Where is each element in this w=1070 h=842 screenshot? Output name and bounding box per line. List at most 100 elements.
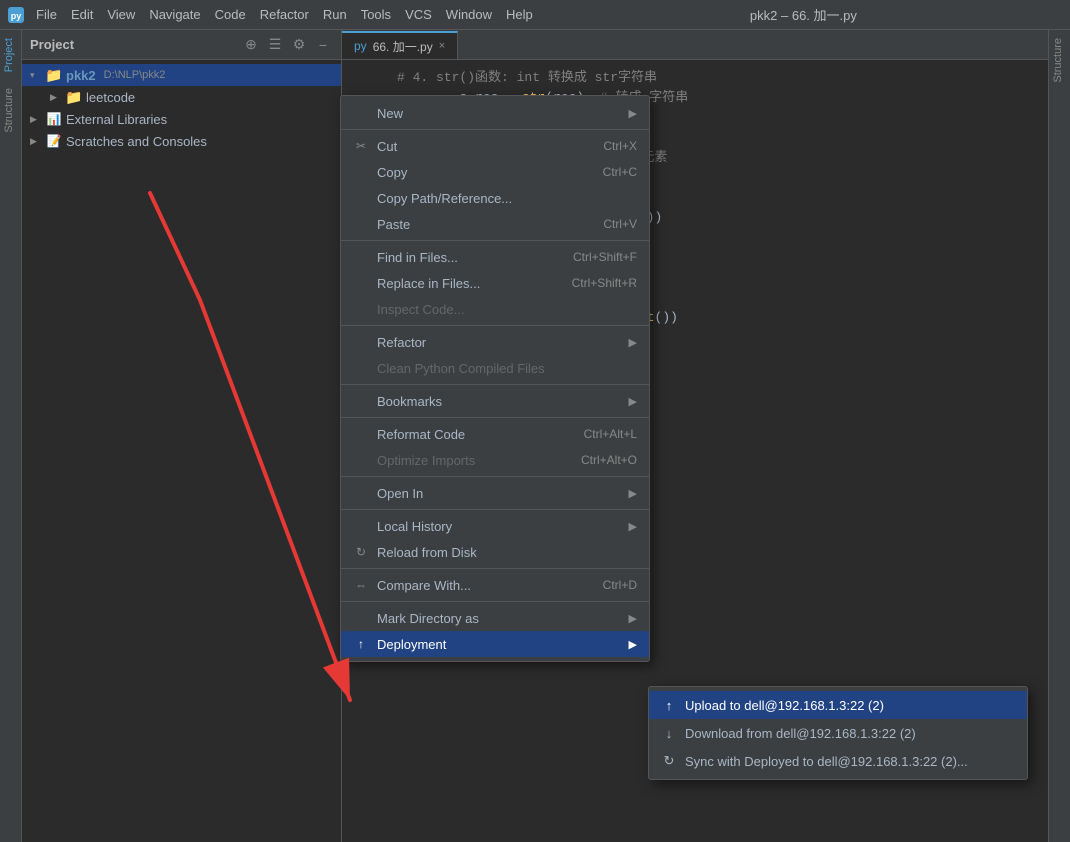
external-icon: 📊 [46, 111, 62, 127]
menu-tools[interactable]: Tools [355, 5, 397, 24]
sync-icon: ↻ [661, 753, 677, 769]
ctx-sep-7 [341, 509, 649, 510]
ctx-reformat-label: Reformat Code [377, 427, 465, 442]
reload-icon: ↻ [353, 545, 369, 559]
panel-action-hide[interactable]: − [313, 35, 333, 55]
menu-navigate[interactable]: Navigate [143, 5, 206, 24]
tab-close-button[interactable]: × [439, 40, 445, 52]
ctx-compare-shortcut: Ctrl+D [603, 578, 637, 592]
ctx-bookmarks-arrow: ▶ [629, 395, 637, 408]
ctx-sep-8 [341, 568, 649, 569]
tab-file-icon: py [354, 39, 367, 53]
ctx-mark-directory[interactable]: Mark Directory as ▶ [341, 605, 649, 631]
ctx-sep-6 [341, 476, 649, 477]
sidebar-tab-structure-right[interactable]: Structure [1049, 30, 1070, 91]
ctx-refactor[interactable]: Refactor ▶ [341, 329, 649, 355]
ctx-bookmarks[interactable]: Bookmarks ▶ [341, 388, 649, 414]
ctx-cut[interactable]: ✂ Cut Ctrl+X [341, 133, 649, 159]
menu-view[interactable]: View [101, 5, 141, 24]
menu-help[interactable]: Help [500, 5, 539, 24]
editor-tabs: py 66. 加一.py × [342, 30, 1048, 60]
panel-actions: ⊕ ☰ ⚙ − [241, 35, 333, 55]
tree-label-external: External Libraries [66, 112, 167, 127]
tree-item-pkk2[interactable]: ▾ 📁 pkk2 D:\NLP\pkk2 [22, 64, 341, 86]
ctx-cut-label: Cut [377, 139, 397, 154]
tree-item-external-libraries[interactable]: ▶ 📊 External Libraries [22, 108, 341, 130]
ctx-reload-label: Reload from Disk [377, 545, 477, 560]
project-panel-header: Project ⊕ ☰ ⚙ − [22, 30, 341, 60]
tree-label-pkk2: pkk2 [66, 68, 96, 83]
ctx-copy-shortcut: Ctrl+C [603, 165, 637, 179]
ctx-open-in-label: Open In [377, 486, 423, 501]
editor-tab-file[interactable]: py 66. 加一.py × [342, 31, 458, 59]
deploy-upload[interactable]: ↑ Upload to dell@192.168.1.3:22 (2) [649, 691, 1027, 719]
panel-action-settings[interactable]: ⚙ [289, 35, 309, 55]
panel-action-locate[interactable]: ⊕ [241, 35, 261, 55]
ctx-compare[interactable]: ⇔ Compare With... Ctrl+D [341, 572, 649, 598]
ctx-copy[interactable]: Copy Ctrl+C [341, 159, 649, 185]
menu-run[interactable]: Run [317, 5, 353, 24]
ctx-optimize-label: Optimize Imports [377, 453, 475, 468]
ctx-mark-dir-label: Mark Directory as [377, 611, 479, 626]
menu-file[interactable]: File [30, 5, 63, 24]
ctx-history-arrow: ▶ [629, 520, 637, 533]
right-side-tabs: Structure [1048, 30, 1070, 842]
cut-icon: ✂ [353, 139, 369, 153]
ctx-local-history-label: Local History [377, 519, 452, 534]
ctx-find-label: Find in Files... [377, 250, 458, 265]
ctx-deployment[interactable]: ↑ Deployment ▶ [341, 631, 649, 657]
project-tree: ▾ 📁 pkk2 D:\NLP\pkk2 ▶ 📁 leetcode ▶ 📊 Ex… [22, 60, 341, 842]
tree-item-leetcode[interactable]: ▶ 📁 leetcode [22, 86, 341, 108]
ctx-optimize: Optimize Imports Ctrl+Alt+O [341, 447, 649, 473]
deploy-sync[interactable]: ↻ Sync with Deployed to dell@192.168.1.3… [649, 747, 1027, 775]
tree-arrow-external: ▶ [30, 114, 42, 125]
tree-item-scratches[interactable]: ▶ 📝 Scratches and Consoles [22, 130, 341, 152]
ctx-reload[interactable]: ↻ Reload from Disk [341, 539, 649, 565]
ctx-paste[interactable]: Paste Ctrl+V [341, 211, 649, 237]
deploy-download[interactable]: ↓ Download from dell@192.168.1.3:22 (2) [649, 719, 1027, 747]
sidebar-tab-project[interactable]: Project [0, 30, 21, 80]
ctx-sep-4 [341, 384, 649, 385]
menu-bar: File Edit View Navigate Code Refactor Ru… [30, 5, 539, 24]
ctx-replace-label: Replace in Files... [377, 276, 480, 291]
menu-code[interactable]: Code [209, 5, 252, 24]
ctx-local-history[interactable]: Local History ▶ [341, 513, 649, 539]
ctx-sep-9 [341, 601, 649, 602]
tree-arrow-leetcode: ▶ [50, 92, 62, 103]
ctx-sep-1 [341, 129, 649, 130]
project-panel-title: Project [30, 37, 74, 52]
title-bar: py File Edit View Navigate Code Refactor… [0, 0, 1070, 30]
sidebar-tab-structure-left[interactable]: Structure [0, 80, 21, 141]
ctx-mark-dir-arrow: ▶ [629, 612, 637, 625]
ctx-bookmarks-label: Bookmarks [377, 394, 442, 409]
ctx-deployment-arrow: ▶ [629, 638, 637, 651]
menu-edit[interactable]: Edit [65, 5, 99, 24]
compare-icon: ⇔ [353, 578, 369, 592]
ctx-find-files[interactable]: Find in Files... Ctrl+Shift+F [341, 244, 649, 270]
ctx-sep-5 [341, 417, 649, 418]
svg-text:py: py [11, 11, 22, 21]
deploy-upload-label: Upload to dell@192.168.1.3:22 (2) [685, 698, 884, 713]
menu-refactor[interactable]: Refactor [254, 5, 315, 24]
ctx-new[interactable]: New ▶ [341, 100, 649, 126]
context-menu: New ▶ ✂ Cut Ctrl+X Copy Ctrl+C Copy Path… [340, 95, 650, 662]
ctx-copy-path[interactable]: Copy Path/Reference... [341, 185, 649, 211]
ctx-deployment-label: Deployment [377, 637, 446, 652]
deployment-icon: ↑ [353, 637, 369, 651]
ctx-refactor-label: Refactor [377, 335, 426, 350]
menu-vcs[interactable]: VCS [399, 5, 438, 24]
tree-arrow-pkk2: ▾ [30, 70, 42, 81]
menu-window[interactable]: Window [440, 5, 498, 24]
ctx-cut-shortcut: Ctrl+X [603, 139, 637, 153]
ctx-open-in[interactable]: Open In ▶ [341, 480, 649, 506]
code-line-1: # 4. str()函数: int 转换成 str字符串 [342, 68, 1048, 88]
window-title: pkk2 – 66. 加一.py [545, 5, 1062, 24]
deploy-download-label: Download from dell@192.168.1.3:22 (2) [685, 726, 916, 741]
ctx-inspect-label: Inspect Code... [377, 302, 464, 317]
tab-file-label: 66. 加一.py [373, 38, 433, 55]
ctx-paste-label: Paste [377, 217, 410, 232]
ctx-replace-files[interactable]: Replace in Files... Ctrl+Shift+R [341, 270, 649, 296]
ctx-reformat[interactable]: Reformat Code Ctrl+Alt+L [341, 421, 649, 447]
panel-action-collapse[interactable]: ☰ [265, 35, 285, 55]
ctx-find-shortcut: Ctrl+Shift+F [573, 250, 637, 264]
